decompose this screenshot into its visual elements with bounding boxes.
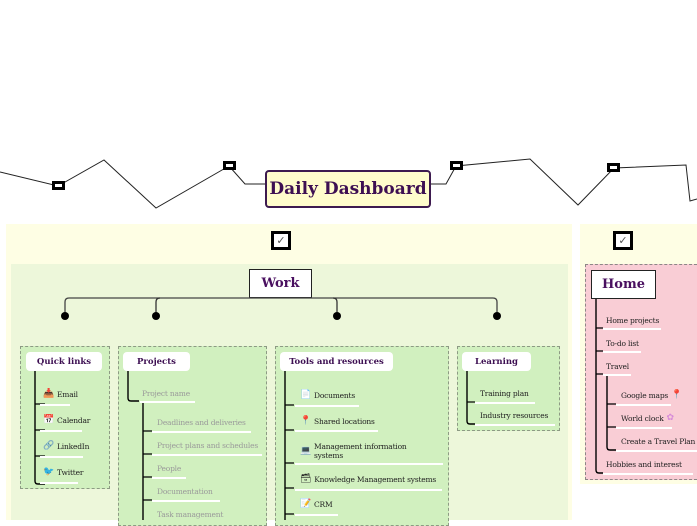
item-label: Travel xyxy=(606,362,629,371)
underline xyxy=(616,427,672,429)
home-item-hobbies[interactable]: Hobbies and interest xyxy=(606,460,682,469)
travel-google-maps[interactable]: Google maps 📍 xyxy=(621,390,683,401)
underline xyxy=(603,473,693,475)
underline xyxy=(603,328,661,330)
item-label: Google maps xyxy=(621,391,669,400)
item-label: World clock xyxy=(621,414,664,423)
underline xyxy=(603,351,641,353)
item-label: To-do list xyxy=(606,339,639,348)
travel-world-clock[interactable]: World clock ✿ xyxy=(621,413,675,424)
home-tree-lines xyxy=(595,299,616,474)
home-item-todo[interactable]: To-do list xyxy=(606,339,639,348)
world-clock-icon: ✿ xyxy=(666,413,675,423)
item-label: Hobbies and interest xyxy=(606,460,682,469)
underline xyxy=(616,450,697,452)
item-label: Home projects xyxy=(606,316,660,325)
underline xyxy=(603,374,631,376)
home-item-home-projects[interactable]: Home projects xyxy=(606,316,659,325)
travel-create-plan[interactable]: Create a Travel Plan xyxy=(621,437,695,446)
google-maps-icon: 📍 xyxy=(671,390,683,400)
home-item-travel[interactable]: Travel xyxy=(606,362,629,371)
item-label: Create a Travel Plan xyxy=(621,437,696,446)
underline xyxy=(616,404,671,406)
